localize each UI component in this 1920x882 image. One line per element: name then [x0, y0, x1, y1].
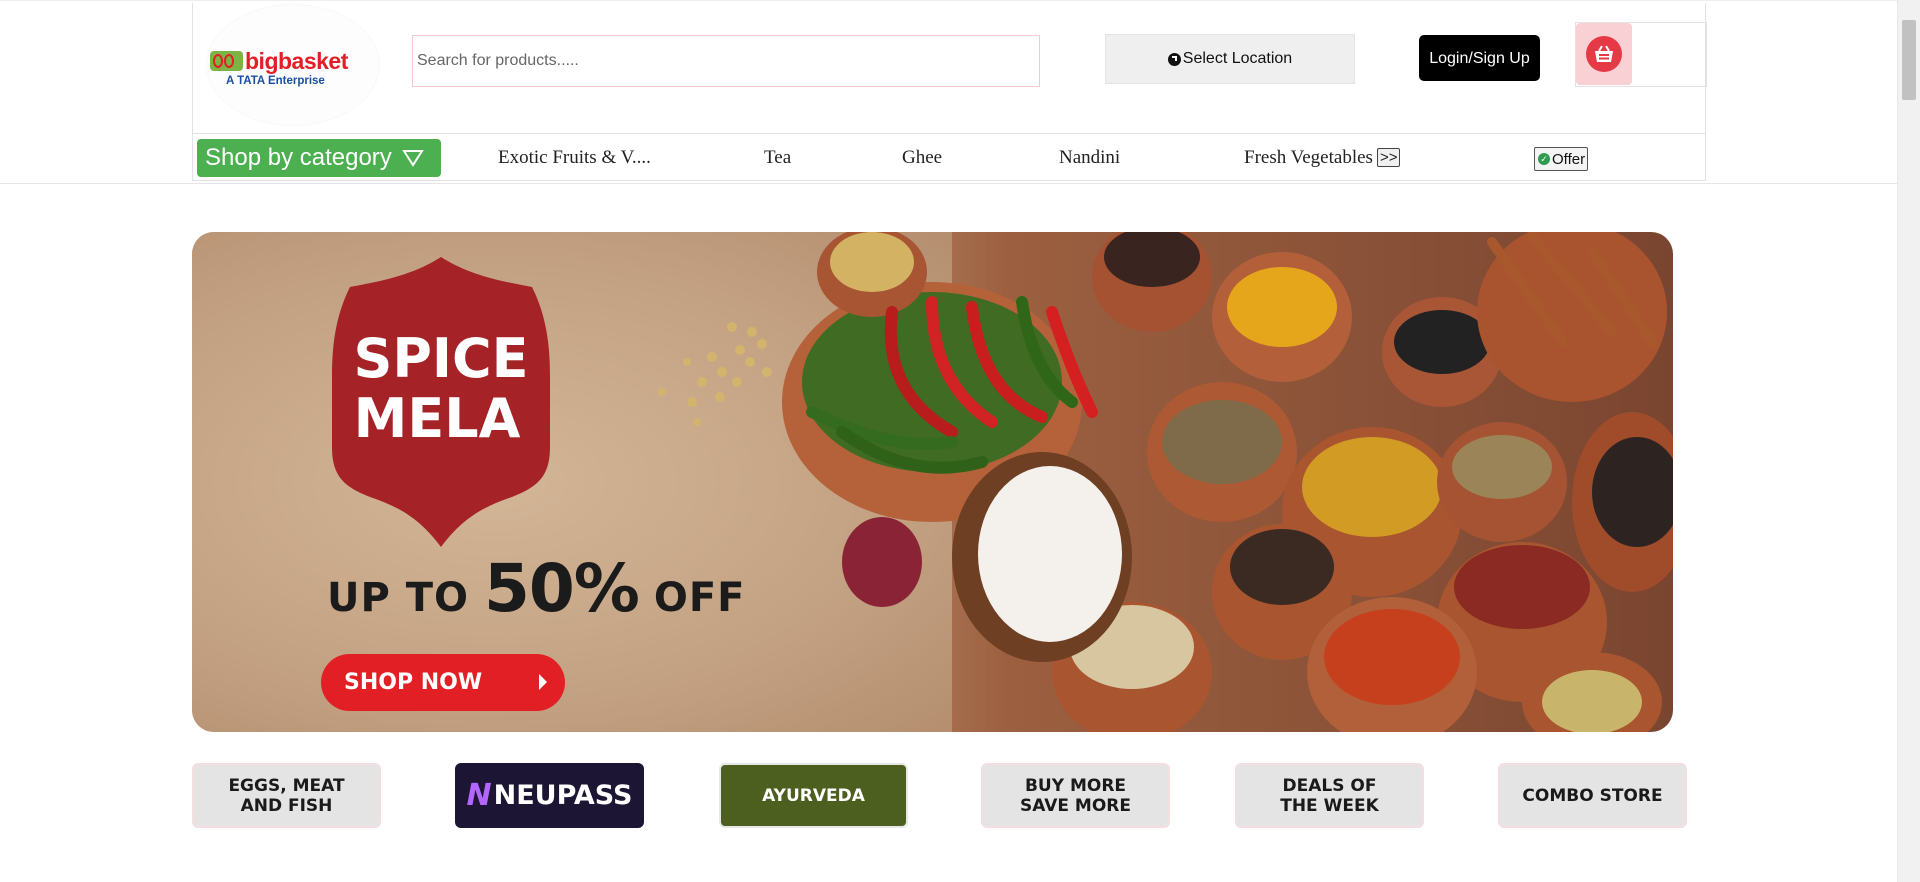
shop-by-category-label: Shop by category — [205, 144, 392, 171]
tile-ayurveda[interactable]: AYURVEDA — [719, 763, 908, 828]
nav-link-nandini[interactable]: Nandini — [1059, 147, 1120, 169]
login-signup-label: Login/Sign Up — [1429, 49, 1530, 67]
cart-button[interactable] — [1576, 23, 1632, 85]
tile-label: AYURVEDA — [762, 785, 865, 806]
shop-now-label: SHOP NOW — [344, 670, 483, 695]
logo-mark: bigbasket — [210, 47, 370, 74]
tile-deals-of-the-week[interactable]: DEALS OF THE WEEK — [1235, 763, 1424, 828]
logo-subtitle: A TATA Enterprise — [226, 75, 325, 87]
select-location-button[interactable]: Select Location — [1105, 34, 1355, 84]
offer-label: Offer — [1552, 150, 1586, 168]
spice-mela-banner[interactable]: SPICE MELA UP TO 50% OFF SHOP NOW — [192, 232, 1673, 732]
login-signup-button[interactable]: Login/Sign Up — [1419, 35, 1540, 81]
chevron-right-icon — [539, 674, 547, 690]
tile-label: EGGS, MEAT AND FISH — [228, 775, 345, 816]
nav-divider — [192, 133, 1706, 134]
tile-combo-store[interactable]: COMBO STORE — [1498, 763, 1687, 828]
tile-neupass[interactable]: N NEUPASS — [455, 763, 644, 828]
location-icon — [1167, 52, 1181, 66]
nav-link-fresh-vegetables-label: Fresh Vegetables — [1244, 147, 1373, 168]
nav-link-tea[interactable]: Tea — [764, 147, 791, 169]
tile-label: COMBO STORE — [1522, 785, 1663, 806]
offer-suffix: OFF — [638, 575, 746, 621]
select-location-label: Select Location — [1182, 50, 1293, 67]
more-categories-button[interactable]: >> — [1376, 148, 1401, 167]
banner-offer-text: UP TO 50% OFF — [327, 550, 746, 627]
nav-link-fresh-vegetables[interactable]: Fresh Vegetables >> — [1244, 147, 1401, 169]
tile-label: DEALS OF THE WEEK — [1280, 775, 1379, 816]
tile-label: BUY MORE SAVE MORE — [1019, 775, 1131, 816]
seal-line-1: SPICE — [353, 327, 528, 390]
vertical-scrollbar[interactable] — [1897, 0, 1920, 882]
shop-now-button[interactable]: SHOP NOW — [321, 654, 565, 711]
neupass-logo-icon: N — [466, 777, 492, 813]
spice-mela-seal: SPICE MELA — [332, 257, 550, 547]
cart-icon — [1586, 36, 1622, 72]
search-input[interactable] — [412, 35, 1040, 87]
offer-value: 50% — [483, 550, 640, 627]
tile-label: NEUPASS — [493, 779, 633, 811]
offer-icon: ✓ — [1538, 153, 1550, 165]
shop-by-category-button[interactable]: Shop by category — [197, 139, 441, 177]
nav-link-ghee[interactable]: Ghee — [902, 147, 942, 169]
offer-button[interactable]: ✓ Offer — [1534, 147, 1589, 171]
tile-eggs-meat-fish[interactable]: EGGS, MEAT AND FISH — [192, 763, 381, 828]
chevron-down-icon — [401, 150, 424, 167]
tile-buy-more-save-more[interactable]: BUY MORE SAVE MORE — [981, 763, 1170, 828]
seal-line-2: MELA — [354, 387, 521, 450]
scrollbar-thumb[interactable] — [1902, 20, 1916, 100]
nav-link-exotic-fruits[interactable]: Exotic Fruits & V.... — [498, 147, 651, 169]
offer-prefix: UP TO — [327, 575, 484, 621]
logo-text: bigbasket — [245, 47, 348, 74]
bb-logo-icon — [210, 51, 243, 71]
